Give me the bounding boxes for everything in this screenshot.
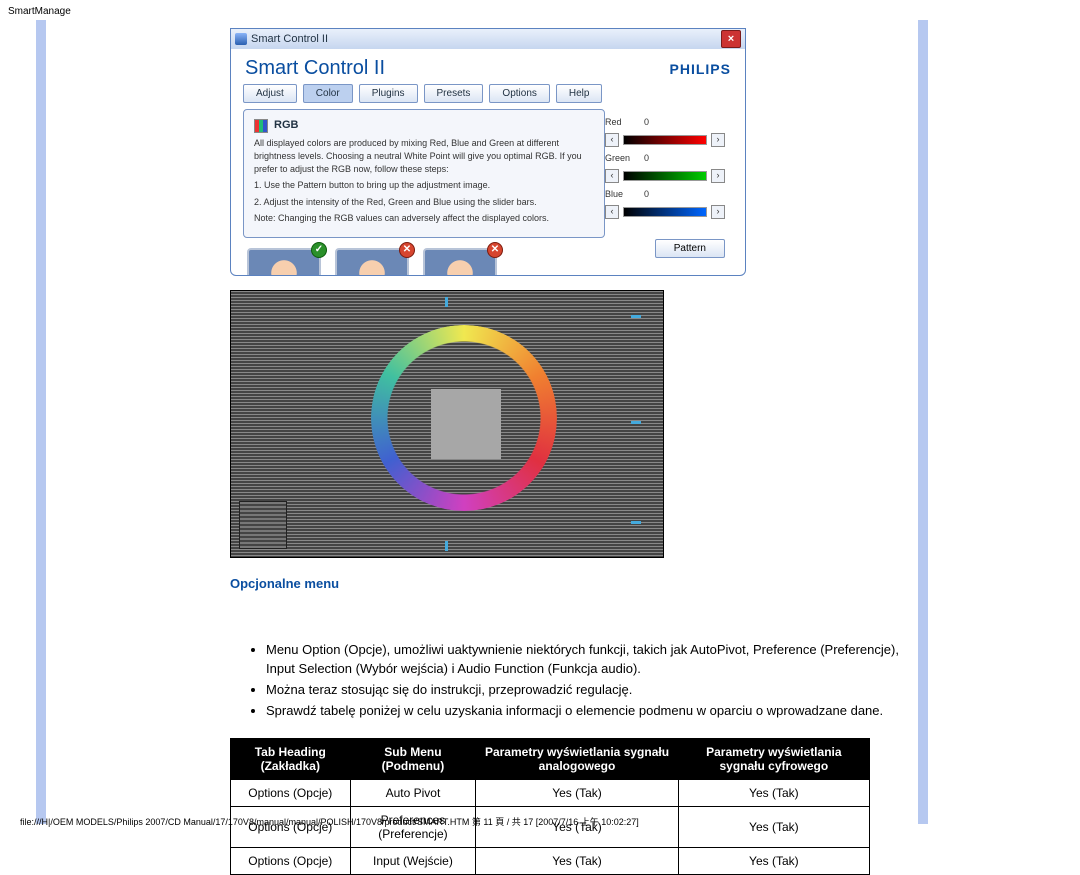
slider-green-value: 0	[637, 153, 649, 163]
bullet-1: Menu Option (Opcje), umożliwi uaktywnien…	[266, 641, 910, 679]
preview-thumb-1[interactable]: ✓	[247, 248, 321, 276]
pattern-button[interactable]: Pattern	[655, 239, 725, 258]
slider-green-label: Green	[605, 153, 633, 163]
slider-green-track[interactable]	[623, 171, 707, 181]
slider-red-track[interactable]	[623, 135, 707, 145]
panel-step2: 2. Adjust the intensity of the Red, Gree…	[254, 196, 594, 209]
panel-note: Note: Changing the RGB values can advers…	[254, 212, 594, 225]
footer-path: file:///H|/OEM MODELS/Philips 2007/CD Ma…	[20, 815, 639, 828]
slider-green-inc[interactable]: ›	[711, 169, 725, 183]
x-icon: ✕	[487, 242, 503, 258]
tab-presets[interactable]: Presets	[424, 84, 484, 103]
table-row: Options (Opcje) Input (Wejście) Yes (Tak…	[231, 848, 870, 875]
slider-red-dec[interactable]: ‹	[605, 133, 619, 147]
cell: Options (Opcje)	[231, 848, 351, 875]
tab-plugins[interactable]: Plugins	[359, 84, 418, 103]
options-table: Tab Heading (Zakładka) Sub Menu (Podmenu…	[230, 738, 870, 875]
calibration-test-pattern	[230, 290, 664, 558]
cell: Yes (Tak)	[678, 848, 869, 875]
slider-blue-label: Blue	[605, 189, 633, 199]
th-digital: Parametry wyświetlania sygnału cyfrowego	[678, 739, 869, 780]
tab-color[interactable]: Color	[303, 84, 353, 103]
th-analog: Parametry wyświetlania sygnału analogowe…	[476, 739, 678, 780]
swatch-grid	[239, 501, 287, 549]
section-heading: Opcjonalne menu	[230, 576, 910, 591]
slider-red-value: 0	[637, 117, 649, 127]
gray-square	[431, 389, 501, 459]
panel-title: RGB	[274, 118, 298, 133]
cell: Yes (Tak)	[678, 807, 869, 848]
app-icon	[235, 33, 247, 45]
slider-red-inc[interactable]: ›	[711, 133, 725, 147]
panel-step1: 1. Use the Pattern button to bring up th…	[254, 179, 594, 192]
tab-adjust[interactable]: Adjust	[243, 84, 297, 103]
th-sub: Sub Menu (Podmenu)	[350, 739, 476, 780]
bullet-list: Menu Option (Opcje), umożliwi uaktywnien…	[266, 641, 910, 720]
slider-red-label: Red	[605, 117, 633, 127]
tick-right-mid	[631, 421, 641, 424]
table-row: Options (Opcje) Auto Pivot Yes (Tak) Yes…	[231, 780, 870, 807]
smartcontrol-dialog: Smart Control II × Smart Control II PHIL…	[230, 28, 746, 276]
bullet-3: Sprawdź tabelę poniżej w celu uzyskania …	[266, 702, 910, 721]
th-tab: Tab Heading (Zakładka)	[231, 739, 351, 780]
table-header-row: Tab Heading (Zakładka) Sub Menu (Podmenu…	[231, 739, 870, 780]
brand-logo: PHILIPS	[670, 61, 731, 77]
decor-right-bar	[918, 20, 928, 824]
slider-blue-value: 0	[637, 189, 649, 199]
slider-blue-inc[interactable]: ›	[711, 205, 725, 219]
decor-left-bar	[36, 20, 46, 824]
preview-thumb-3[interactable]: ✕	[423, 248, 497, 276]
tab-options[interactable]: Options	[489, 84, 549, 103]
slider-blue-track[interactable]	[623, 207, 707, 217]
slider-green-dec[interactable]: ‹	[605, 169, 619, 183]
rgb-sliders: Red 0 ‹ › Green 0 ‹ › Blue	[605, 117, 725, 225]
cell: Yes (Tak)	[476, 848, 678, 875]
tab-help[interactable]: Help	[556, 84, 603, 103]
tick-bottom	[445, 541, 448, 551]
close-icon[interactable]: ×	[721, 30, 741, 48]
tick-top	[445, 297, 448, 307]
tick-right-bot	[631, 521, 641, 524]
cell: Yes (Tak)	[476, 780, 678, 807]
app-title: Smart Control II	[245, 57, 385, 80]
slider-blue-dec[interactable]: ‹	[605, 205, 619, 219]
window-title: Smart Control II	[251, 33, 328, 45]
check-icon: ✓	[311, 242, 327, 258]
bullet-2: Można teraz stosując się do instrukcji, …	[266, 681, 910, 700]
cell: Input (Wejście)	[350, 848, 476, 875]
cell: Auto Pivot	[350, 780, 476, 807]
preview-thumb-2[interactable]: ✕	[335, 248, 409, 276]
cell: Yes (Tak)	[678, 780, 869, 807]
x-icon: ✕	[399, 242, 415, 258]
page-header: SmartManage	[8, 6, 71, 17]
tab-bar: Adjust Color Plugins Presets Options Hel…	[231, 84, 745, 109]
rgb-icon	[254, 119, 268, 133]
panel-desc: All displayed colors are produced by mix…	[254, 137, 594, 175]
tick-right-top	[631, 315, 641, 318]
cell: Options (Opcje)	[231, 780, 351, 807]
